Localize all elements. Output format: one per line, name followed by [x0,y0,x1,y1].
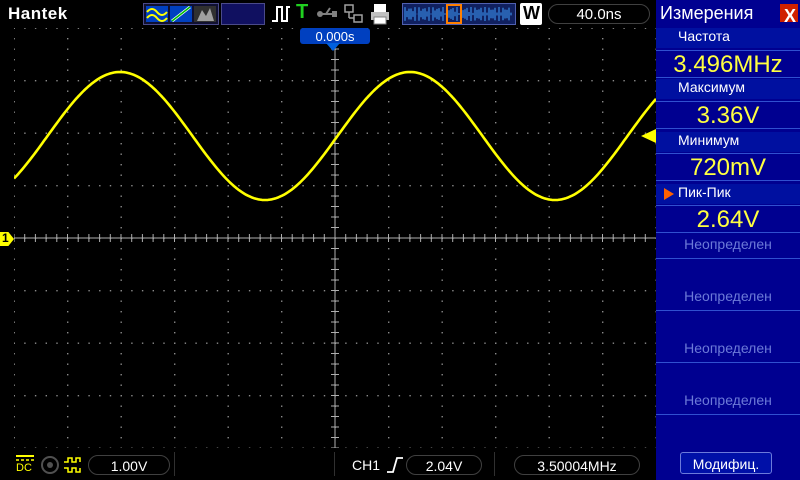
measurement-label-min[interactable]: Минимум [656,132,800,152]
divider [494,452,495,476]
trigger-time-marker[interactable]: 0.000s [300,28,370,44]
frequency-counter-value[interactable]: 3.50004MHz [514,455,640,475]
rising-edge-icon[interactable] [386,456,404,474]
printer-icon[interactable] [369,3,391,25]
measurement-slot-empty[interactable]: Неопределен [656,288,800,340]
measurement-label-max[interactable]: Максимум [656,79,800,99]
undefined-label: Неопределен [684,392,772,408]
trigger-level-text: 2.04V [425,458,463,474]
modify-button-label: Модифиц. [692,456,760,472]
invert-waveform-icon[interactable] [62,456,84,474]
scope-grid [14,28,656,448]
timebase-mode-label: W [523,3,540,23]
measurement-label-text: Максимум [678,79,745,95]
frequency-counter-text: 3.50004MHz [537,458,617,474]
measurement-value-text: 720mV [689,154,767,181]
trigger-mode-indicator: T [296,1,309,23]
trigger-edge-icon[interactable] [270,3,292,25]
measurements-panel: Измерения X Частота 3.496MHz Максимум 3.… [656,0,800,480]
coupling-indicator[interactable]: DC [14,454,36,474]
divider [174,452,175,476]
measurement-value-pkpk: 2.64V [656,205,800,233]
brand-logo: Hantek [8,4,68,23]
trigger-level-value[interactable]: 2.04V [406,455,482,475]
timebase-mode-badge: W [520,3,542,25]
measurement-label-pkpk[interactable]: Пик-Пик [656,184,800,204]
acquire-mode-icons[interactable] [143,3,219,25]
measurement-slot-empty[interactable]: Неопределен [656,236,800,288]
divider [334,452,335,476]
memory-position-bar[interactable] [402,3,516,25]
measurement-value-text: 3.496MHz [673,51,783,78]
selected-arrow-icon [664,188,674,200]
usb-icon [316,3,338,25]
undefined-label: Неопределен [684,340,772,356]
measurement-slot-empty[interactable]: Неопределен [656,392,800,444]
undefined-label: Неопределен [684,288,772,304]
measurement-value-frequency: 3.496MHz [656,50,800,78]
bandwidth-limit-icon[interactable] [40,456,60,474]
ch1-ground-marker[interactable]: 1 [0,232,14,246]
blank-indicator [221,3,265,25]
trigger-time-offset: 0.000s [315,29,355,44]
measurements-header: Измерения X [656,0,800,28]
measurement-label-frequency[interactable]: Частота [656,28,800,48]
measurement-value-text: 2.64V [696,206,760,233]
trigger-level-arrow-icon[interactable] [641,129,656,143]
ch1-scale-text: 1.00V [110,458,148,474]
trigger-source-label[interactable]: CH1 [352,457,380,473]
close-glyph: X [784,6,797,26]
network-icon [343,3,365,25]
measurement-label-text: Пик-Пик [678,184,731,200]
measurement-value-text: 3.36V [696,102,760,129]
measurement-label-text: Минимум [678,132,740,148]
close-icon[interactable]: X [780,4,798,26]
measurement-value-max: 3.36V [656,101,800,129]
trigger-position-arrow-icon [326,43,340,51]
ch1-scale-value[interactable]: 1.00V [88,455,170,475]
coupling-label: DC [16,462,32,474]
timebase-value-text: 40.0ns [576,6,622,23]
waveform-display[interactable] [14,28,656,448]
measurement-slot-empty[interactable]: Неопределен [656,340,800,392]
undefined-label: Неопределен [684,236,772,252]
timebase-value[interactable]: 40.0ns [548,4,650,24]
status-bar: Hantek T W 40.0ns [0,0,656,28]
modify-button[interactable]: Модифиц. [680,452,772,474]
ch1-marker-label: 1 [2,231,9,245]
measurements-title: Измерения [660,3,754,23]
channel-status-bar: DC 1.00V CH1 2.04V 3.50004MHz [0,448,656,480]
measurement-value-min: 720mV [656,153,800,181]
measurement-label-text: Частота [678,28,730,44]
